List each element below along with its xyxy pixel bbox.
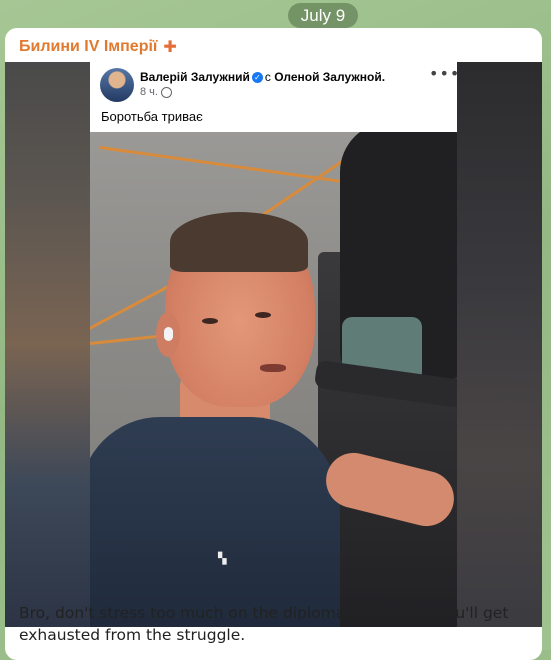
cross-icon: ✚ [163,37,177,56]
post-text: Боротьба триває [101,109,203,124]
message-photo[interactable]: Валерій Залужний ✓ с Оленой Залужной. 8 ч.… [5,62,542,627]
post-author-line: Валерій Залужний ✓ с Оленой Залужной. [140,70,385,84]
earbud-icon [164,327,173,341]
shirt-logo-icon: ▚ [218,552,227,565]
blurred-backdrop-left [5,62,90,627]
blurred-backdrop-right [457,62,542,627]
eye [202,318,218,324]
check-icon: ✓ [251,72,263,84]
message-bubble[interactable]: Билини IV Імперії ✚ Валерій Залужний ✓ с О… [5,28,542,660]
post-meta: 8 ч. [140,86,172,98]
globe-icon [160,86,172,98]
with-word: с [264,70,271,84]
message-caption: Bro, don't stress too much on the diplom… [19,604,509,644]
tagged-name: Оленой Залужной. [274,70,386,84]
gym-selfie-photo: ▚ [90,132,457,627]
mouth [260,364,286,372]
navy-tshirt [90,417,340,627]
post-time: 8 ч. [140,86,158,98]
date-separator: July 9 [288,3,358,28]
eye [255,312,271,318]
channel-name[interactable]: Билини IV Імперії [19,38,157,56]
channel-header[interactable]: Билини IV Імперії ✚ [19,36,177,58]
facebook-post-screenshot: Валерій Залужний ✓ с Оленой Залужной. 8 ч.… [90,62,457,627]
avatar [100,68,134,102]
author-name: Валерій Залужний [140,70,250,84]
more-dots-icon: ••• [429,64,457,83]
hair [170,212,308,272]
